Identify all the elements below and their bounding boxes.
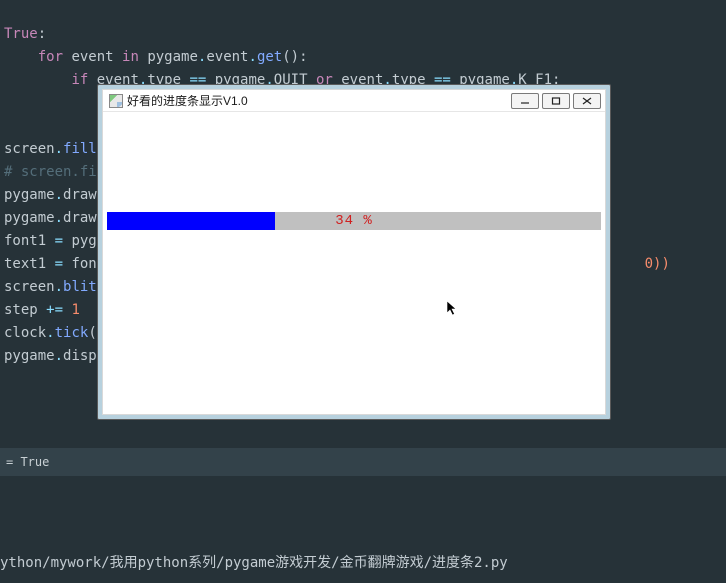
code-line: for event in pygame.event.get(): (4, 49, 308, 65)
code-line: font1 = pyg (4, 233, 97, 249)
close-button[interactable] (573, 93, 601, 109)
code-line: clock.tick(6 (4, 325, 105, 341)
code-line: pygame.displ (4, 348, 105, 364)
window-title: 好看的进度条显示V1.0 (127, 95, 507, 107)
code-line: screen.blit( (4, 279, 105, 295)
pygame-window[interactable]: 好看的进度条显示V1.0 34 % (97, 84, 611, 420)
status-text: = True (6, 455, 49, 469)
maximize-button[interactable] (542, 93, 570, 109)
title-bar[interactable]: 好看的进度条显示V1.0 (103, 90, 605, 112)
pygame-app-icon (109, 94, 123, 108)
code-line: step += 1 (4, 302, 80, 318)
pygame-window-inner: 好看的进度条显示V1.0 34 % (102, 89, 606, 415)
code-line: screen.fill( (4, 141, 105, 157)
editor-status-bar: = True (0, 448, 726, 476)
progress-bar: 34 % (107, 212, 601, 230)
minimize-button[interactable] (511, 93, 539, 109)
code-line: # screen.fil (4, 164, 105, 180)
code-line: pygame.draw. (4, 210, 105, 226)
code-line: True: (4, 26, 46, 42)
terminal-area[interactable]: ython/mywork/我用python系列/pygame游戏开发/金币翻牌游… (0, 476, 726, 583)
window-buttons (511, 93, 601, 109)
terminal-path: ython/mywork/我用python系列/pygame游戏开发/金币翻牌游… (0, 552, 726, 575)
code-line: pygame.draw. (4, 187, 105, 203)
pygame-client-area: 34 % (103, 112, 605, 414)
progress-bar-label: 34 % (107, 212, 601, 230)
